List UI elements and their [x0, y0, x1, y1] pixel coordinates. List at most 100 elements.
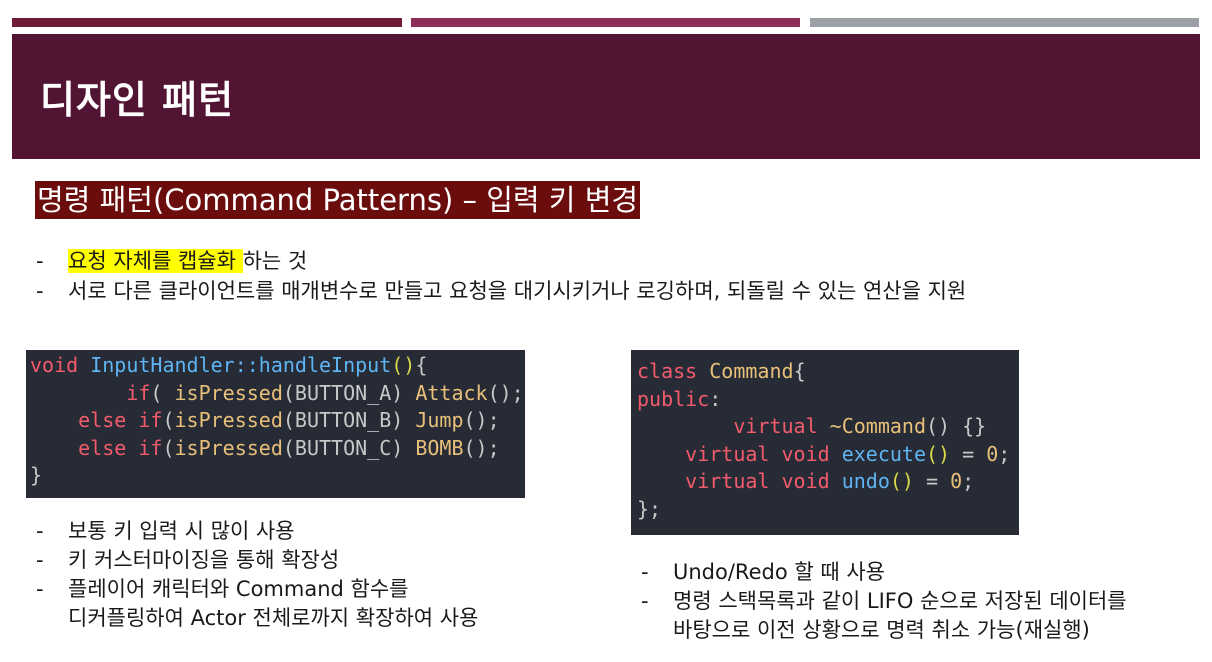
code-line: public: — [637, 386, 1019, 414]
bullet-text: 플레이어 캐릭터와 Command 함수를 — [68, 577, 409, 601]
code-line: virtual void undo() = 0; — [637, 468, 1019, 496]
code-line: else if(isPressed(BUTTON_C) BOMB(); — [30, 435, 525, 463]
slide-title: 디자인 패턴 — [40, 78, 235, 122]
bullet-text: 명령 스택목록과 같이 LIFO 순으로 저장된 데이터를 — [673, 589, 1127, 613]
code-line: if( isPressed(BUTTON_A) Attack(); — [30, 380, 525, 408]
code-token: (BUTTON_C) — [282, 435, 416, 460]
bullet-text: 서로 다른 클라이언트를 매개변수로 만들고 요청을 대기시키거나 로깅하며, … — [68, 279, 967, 303]
bullet-text: 바탕으로 이전 상황으로 명력 취소 가능(재실행) — [673, 618, 1090, 642]
code-token: isPressed — [174, 435, 283, 460]
code-token: ; — [962, 469, 975, 494]
bullet-dash: - — [36, 249, 44, 273]
code-line: }; — [637, 496, 1019, 524]
code-token: Attack — [415, 380, 488, 405]
code-token: }; — [637, 496, 662, 521]
code-token: } — [30, 463, 43, 488]
code-line: void InputHandler::handleInput(){ — [30, 352, 525, 380]
code-token: ( — [162, 408, 175, 433]
top-accent-bar-3 — [810, 18, 1199, 27]
code-token: 0 — [986, 441, 999, 466]
code-token: undo — [841, 469, 890, 494]
list-item: - 보통 키 입력 시 많이 사용 — [36, 517, 478, 546]
code-token: public — [637, 386, 710, 411]
code-token: void — [30, 353, 79, 377]
code-token: 0 — [950, 469, 963, 494]
list-item: - Undo/Redo 할 때 사용 — [641, 558, 1127, 587]
bullet-dash: - — [36, 548, 44, 572]
code-token: isPressed — [174, 408, 283, 433]
bullet-dash: - — [36, 577, 44, 601]
code-token: Command — [709, 359, 794, 383]
code-token: ( — [162, 435, 175, 460]
bullet-dash: - — [641, 589, 649, 613]
top-accent-bar-2 — [411, 18, 800, 27]
code-line: virtual void execute() = 0; — [637, 441, 1019, 469]
code-token: { — [415, 353, 428, 377]
list-item-continuation: 바탕으로 이전 상황으로 명력 취소 가능(재실행) — [641, 616, 1127, 645]
code-line: } — [30, 462, 525, 490]
intro-bullet-list: - 요청 자체를 캡슐화 하는 것 - 서로 다른 클라이언트를 매개변수로 만… — [36, 246, 966, 306]
code-token: BOMB — [415, 435, 464, 460]
left-bullet-list: - 보통 키 입력 시 많이 사용 -키 커스터마이징을 통해 확장성 - 플레이어… — [36, 517, 478, 633]
code-token: if — [126, 380, 151, 405]
code-token: isPressed — [174, 380, 283, 405]
code-token: execute — [841, 441, 927, 466]
list-item: - 서로 다른 클라이언트를 매개변수로 만들고 요청을 대기시키거나 로깅하며… — [36, 276, 966, 306]
bullet-text: 하는 것 — [242, 249, 308, 273]
bullet-dash: - — [36, 279, 44, 303]
code-block-input-handler: void InputHandler::handleInput(){ if( is… — [26, 350, 525, 498]
list-item: -키 커스터마이징을 통해 확장성 — [36, 546, 478, 575]
code-token: Jump — [415, 408, 464, 433]
code-token: ; — [998, 441, 1011, 466]
highlighted-text: 요청 자체를 캡슐화 — [68, 249, 243, 273]
code-line: else if(isPressed(BUTTON_B) Jump(); — [30, 407, 525, 435]
code-token: (BUTTON_B) — [282, 408, 416, 433]
code-token: () — [926, 441, 951, 466]
section-subtitle: 명령 패턴(Command Patterns) – 입력 키 변경 — [35, 181, 641, 219]
code-token: else if — [78, 435, 163, 460]
code-block-command-class: class Command{public: virtual ~Command()… — [631, 350, 1019, 535]
code-token: = — [913, 469, 951, 494]
code-token: () — [391, 353, 416, 377]
top-accent-bar-1 — [12, 18, 402, 27]
code-token: InputHandler::handleInput — [90, 353, 392, 377]
code-line: virtual ~Command() {} — [637, 413, 1019, 441]
right-bullet-list: - Undo/Redo 할 때 사용 - 명령 스택목록과 같이 LIFO 순으로 … — [641, 558, 1127, 645]
list-item: - 명령 스택목록과 같이 LIFO 순으로 저장된 데이터를 — [641, 587, 1127, 616]
bullet-dash: - — [641, 560, 649, 584]
code-token: () {} — [926, 414, 987, 439]
list-item: - 플레이어 캐릭터와 Command 함수를 — [36, 575, 478, 604]
bullet-text: 보통 키 입력 시 많이 사용 — [68, 519, 295, 543]
code-token: virtual — [733, 414, 818, 439]
code-token: virtual void — [685, 469, 830, 494]
list-item-continuation: 디커플링하여 Actor 전체로까지 확장하여 사용 — [36, 604, 478, 633]
code-line: class Command{ — [637, 358, 1019, 386]
code-token: () — [889, 469, 914, 494]
code-token: else if — [78, 408, 163, 433]
code-token: ~Command — [829, 414, 926, 439]
bullet-dash: - — [36, 519, 44, 543]
code-token: (); — [463, 435, 500, 460]
code-token: class — [637, 359, 698, 383]
code-token: : — [709, 386, 722, 411]
code-token: = — [950, 441, 987, 466]
bullet-text: Undo/Redo 할 때 사용 — [673, 560, 885, 584]
list-item: - 요청 자체를 캡슐화 하는 것 — [36, 246, 966, 276]
bullet-text: 디커플링하여 Actor 전체로까지 확장하여 사용 — [68, 606, 479, 630]
code-token: (); — [463, 408, 500, 433]
title-banner: 디자인 패턴 — [12, 34, 1200, 159]
bullet-text: 키 커스터마이징을 통해 확장성 — [68, 548, 340, 572]
code-token: (BUTTON_A) — [282, 380, 416, 405]
code-token: virtual void — [685, 441, 830, 466]
code-token: ( — [150, 380, 175, 405]
